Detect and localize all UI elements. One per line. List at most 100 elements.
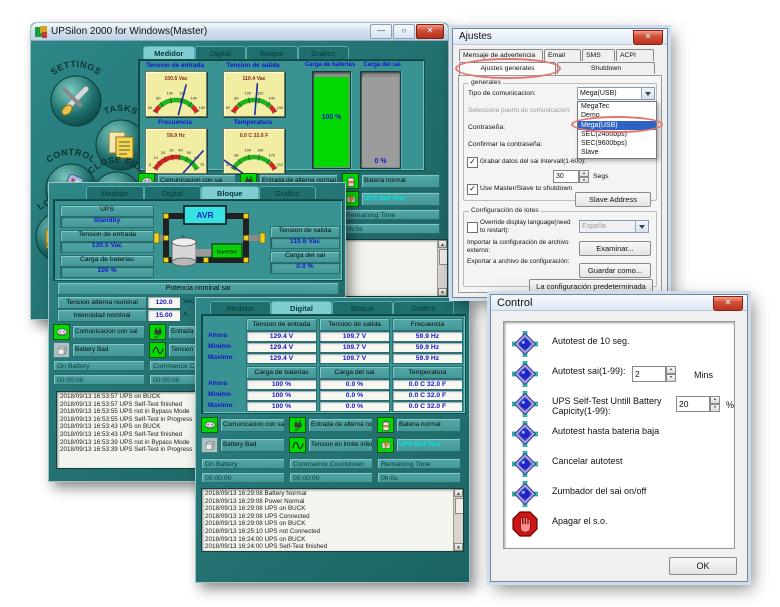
nominal-ac-value[interactable]: 120.0 (147, 296, 181, 309)
nominal-ac-unit: Vac (183, 298, 194, 305)
override-language-label: Override display language(need to restar… (480, 219, 574, 234)
tab-digital[interactable]: Digital (271, 301, 332, 315)
control-item-ups-self-test-untill-battery-capicity-1-99[interactable]: UPS Self-Test Untill Battery Capicity(1-… (504, 390, 734, 420)
slave-address-button[interactable]: Slave Address (575, 192, 651, 207)
dropdown-option-megatec[interactable]: MegaTec (578, 102, 656, 111)
event-log[interactable]: 2018/09/13 16:29:08 Battery Normal2018/0… (201, 488, 464, 552)
restore-button[interactable]: ○ (393, 24, 415, 39)
close-icon[interactable]: ✕ (633, 30, 663, 45)
save-as-button[interactable]: Guardar como... (579, 263, 651, 278)
svg-text:80: 80 (234, 97, 238, 101)
svg-text:100.5 Vac: 100.5 Vac (164, 76, 187, 82)
tab-grafico[interactable]: Grafico (393, 301, 454, 315)
tab-email[interactable]: Email (544, 49, 581, 61)
control-item-cancelar-autotest[interactable]: Cancelar autotest (504, 450, 734, 480)
spinner-up-icon[interactable]: ▲ (666, 366, 676, 374)
spinner-unit: % (726, 400, 734, 410)
dropdown-option-slave[interactable]: Slave (578, 148, 656, 157)
column-header-carga-del-sai: Carga del sai (319, 366, 390, 379)
tab-bloque[interactable]: Bloque (332, 301, 393, 315)
browse-button[interactable]: Examinar... (579, 241, 651, 256)
svg-text:40: 40 (178, 148, 182, 152)
master-slave-label: Use Master/Slave to shutdown (480, 185, 572, 192)
record-data-checkbox[interactable]: ✓ (467, 157, 478, 168)
spinner-down-icon[interactable]: ▼ (666, 374, 676, 382)
svg-text:0.0 C 32.0 F: 0.0 C 32.0 F (240, 133, 269, 139)
spinner-value[interactable]: 20 (676, 396, 710, 412)
dropdown-option-sec-9600bps[interactable]: SEC(9600bps) (578, 139, 656, 148)
scrollbar[interactable]: ▲▼ (437, 240, 447, 296)
field-on-battery: On Battery (201, 458, 285, 469)
tab-bloque[interactable]: Bloque (246, 46, 298, 60)
scroll-down-icon[interactable]: ▼ (438, 288, 447, 296)
tab-sms[interactable]: SMS (582, 49, 615, 61)
interval-value[interactable]: 30 (553, 170, 579, 183)
scroll-down-icon[interactable]: ▼ (454, 543, 463, 551)
chevron-down-icon[interactable] (641, 88, 654, 99)
control-item-autotest-sai-1-99[interactable]: Autotest sai(1-99):2▲▼Mins (504, 360, 734, 390)
spinner-up-icon[interactable]: ▲ (710, 396, 720, 404)
svg-text:0: 0 (149, 163, 151, 167)
control-titlebar[interactable]: Control (491, 295, 747, 311)
tab-grafico[interactable]: Grafico (298, 46, 350, 60)
spinner-value[interactable]: 2 (632, 366, 666, 382)
minimize-button[interactable]: — (370, 24, 392, 39)
default-config-button[interactable]: La configuración predeterminada (529, 279, 653, 294)
field-00-00-00: 00:00:00 (201, 472, 285, 483)
stop-hand-icon (512, 511, 538, 542)
control-item-label: Apagar el s.o. (552, 516, 608, 526)
tab-grafico[interactable]: Grafico (259, 186, 317, 200)
tab-medidor[interactable]: Medidor (210, 301, 271, 315)
scroll-thumb[interactable] (455, 498, 464, 514)
main-titlebar[interactable]: UPSilon 2000 for Windows(Master) —○✕ (31, 23, 448, 41)
row-label-minimo: Minimo (208, 391, 244, 398)
control-item-zumbador-del-sai-on-off[interactable]: Zumbador del sai on/off (504, 480, 734, 510)
tab-ajustes-generales[interactable]: Ajustes generales (459, 62, 556, 75)
tab-medidor[interactable]: Medidor (86, 186, 144, 200)
nominal-ac-label: Tension alterna nominal (57, 296, 147, 309)
spinner-down-icon[interactable]: ▼ (710, 404, 720, 412)
nominal-current-value[interactable]: 15.00 (147, 309, 181, 322)
gauge-frecuencia: 01020304050607059.9 Hz (145, 128, 207, 174)
log-entry: 2018/09/13 16:24:00 UPS Self-Test finish… (205, 543, 452, 551)
tab-bloque[interactable]: Bloque (201, 186, 259, 200)
close-button[interactable]: ✕ (416, 24, 444, 39)
control-item-autotest-hasta-bateria-baja[interactable]: Autotest hasta bateria baja (504, 420, 734, 450)
cell-carga-del-sai-minimo: 0.0 % (319, 390, 390, 401)
master-slave-checkbox[interactable]: ✓ (467, 184, 478, 195)
bloque-tab-bar: MedidorDigitalBloqueGrafico (86, 186, 316, 200)
comm-type-label: Tipo de comunicacion: (468, 90, 536, 97)
desktop: UPSilon 2000 for Windows(Master) —○✕ SET… (0, 0, 780, 607)
gauge-label-tension-de-salida: Tension de salida (217, 62, 289, 69)
ok-button[interactable]: OK (669, 557, 737, 575)
scrollbar[interactable]: ▲▼ (453, 489, 463, 551)
tab-mensaje-de-advertencia[interactable]: Mensaje de advertencia (459, 49, 543, 61)
language-combo[interactable]: España (579, 220, 649, 233)
spinner-down-icon[interactable]: ▼ (579, 177, 589, 184)
comm-type-combo[interactable]: Mega(USB) (577, 87, 655, 100)
tab-digital[interactable]: Digital (195, 46, 247, 60)
svg-text:60: 60 (148, 106, 152, 110)
tab-medidor[interactable]: Medidor (143, 46, 195, 60)
dropdown-option-sec-2400bps[interactable]: SEC(2400bps) (578, 130, 656, 139)
cell-tension-de-salida-maximo: 109.7 V (319, 353, 390, 364)
scroll-up-icon[interactable]: ▲ (438, 240, 447, 248)
interval-spinner[interactable]: 30 ▲▼ (553, 170, 589, 183)
scroll-up-icon[interactable]: ▲ (454, 489, 463, 497)
dropdown-option-demo[interactable]: Demo (578, 111, 656, 120)
control-item-autotest-de-10-seg[interactable]: Autotest de 10 seg. (504, 330, 734, 360)
override-language-checkbox[interactable] (467, 222, 478, 233)
control-item-apagar-el-s-o[interactable]: Apagar el s.o. (504, 510, 734, 540)
status-bateria-normal: Bateria normal (342, 173, 440, 189)
tab-digital[interactable]: Digital (144, 186, 202, 200)
tab-acpi[interactable]: ACPI (616, 49, 654, 61)
battery-box-icon (53, 342, 70, 358)
scroll-thumb[interactable] (439, 249, 448, 265)
control-spinner[interactable]: 2▲▼ (632, 366, 676, 382)
svg-text:20: 20 (161, 151, 165, 155)
svg-text:150: 150 (199, 106, 205, 110)
dropdown-option-mega-usb[interactable]: Mega(USB) (578, 121, 656, 130)
tab-shutdown[interactable]: Shutdown (557, 62, 655, 74)
control-spinner[interactable]: 20▲▼ (676, 396, 720, 412)
close-icon[interactable]: ✕ (713, 296, 743, 311)
